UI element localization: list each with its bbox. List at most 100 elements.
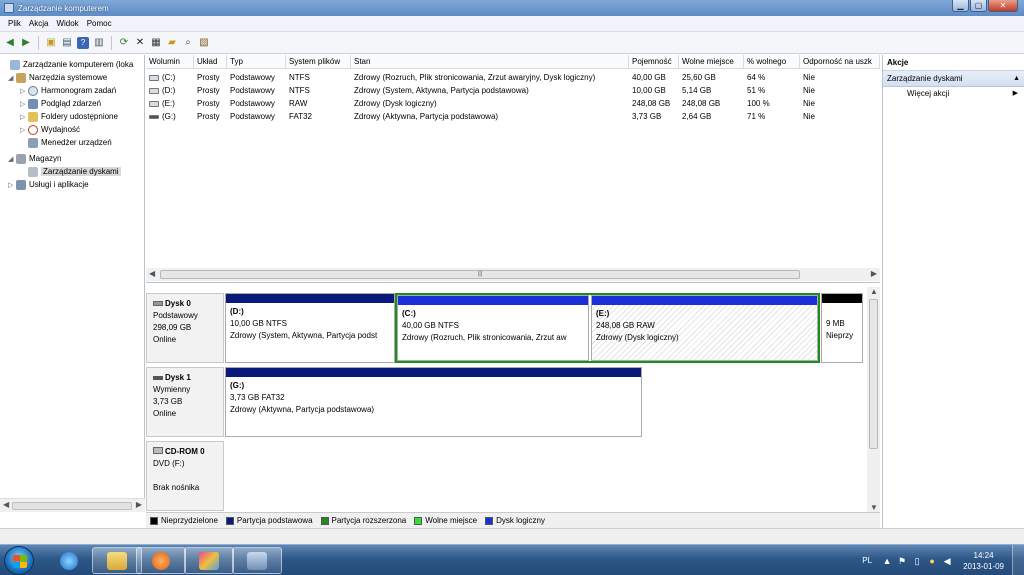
- partition-g[interactable]: (G:) 3,73 GB FAT32 Zdrowy (Aktywna, Part…: [225, 367, 642, 437]
- properties-icon[interactable]: ▦: [150, 37, 162, 49]
- legend-label: Dysk logiczny: [496, 516, 545, 525]
- window-controls: ▁ ▢ ✕: [952, 0, 1018, 12]
- taskbar-app-internet-explorer[interactable]: [44, 547, 94, 574]
- tree-item-storage[interactable]: ◢ Magazyn: [8, 152, 61, 165]
- taskbar-app-generic[interactable]: [184, 547, 234, 574]
- column-header-percent-free[interactable]: % wolnego: [744, 55, 800, 69]
- disk-row-0[interactable]: Dysk 0 Podstawowy 298,09 GB Online (D:) …: [146, 293, 866, 363]
- tree-item-shared-folders[interactable]: ▷ Foldery udostępnione: [20, 110, 118, 123]
- scrollbar-thumb[interactable]: |||: [160, 270, 800, 279]
- column-header-type[interactable]: Typ: [227, 55, 286, 69]
- collapse-arrow-icon[interactable]: ◢: [8, 74, 16, 82]
- legend-item: Dysk logiczny: [485, 516, 545, 525]
- column-header-fault-tolerance[interactable]: Odporność na uszk: [800, 55, 880, 69]
- disk-row-cdrom[interactable]: CD-ROM 0 DVD (F:) Brak nośnika: [146, 441, 866, 511]
- minimize-button[interactable]: ▁: [952, 0, 969, 12]
- menu-action[interactable]: Akcja: [25, 19, 53, 28]
- taskbar-app-media-player[interactable]: [136, 547, 186, 574]
- column-header-volume[interactable]: Wolumin: [146, 55, 194, 69]
- tree-item-device-manager[interactable]: Menedżer urządzeń: [20, 136, 112, 149]
- scroll-right-icon[interactable]: ▶: [871, 269, 877, 278]
- scroll-down-icon[interactable]: ▼: [870, 503, 878, 512]
- partition-c[interactable]: (C:) 40,00 GB NTFS Zdrowy (Rozruch, Plik…: [397, 295, 589, 361]
- open-folder-icon[interactable]: ▰: [166, 37, 178, 49]
- show-hide-tree-icon[interactable]: ▤: [61, 37, 73, 49]
- partition-e[interactable]: (E:) 248,08 GB RAW Zdrowy (Dysk logiczny…: [591, 295, 818, 361]
- scroll-right-icon[interactable]: ▶: [136, 500, 142, 509]
- scroll-left-icon[interactable]: ◀: [3, 500, 9, 509]
- table-row[interactable]: (G:) Prosty Podstawowy FAT32 Zdrowy (Akt…: [146, 110, 880, 123]
- clock[interactable]: 14:24 2013-01-09: [963, 550, 1004, 572]
- expand-arrow-icon[interactable]: ▷: [8, 181, 16, 189]
- taskbar-app-computer-management[interactable]: [232, 547, 282, 574]
- column-header-free-space[interactable]: Wolne miejsce: [679, 55, 744, 69]
- expand-arrow-icon[interactable]: ▷: [20, 126, 28, 134]
- more-actions-item[interactable]: Więcej akcji ▶: [883, 87, 1024, 101]
- column-header-file-system[interactable]: System plików: [286, 55, 351, 69]
- scrollbar-thumb[interactable]: [869, 299, 878, 449]
- tree-item-system-tools[interactable]: ◢ Narzędzia systemowe: [8, 71, 107, 84]
- column-header-status[interactable]: Stan: [351, 55, 629, 69]
- taskbar-app-explorer[interactable]: [92, 547, 142, 574]
- start-button[interactable]: [4, 546, 34, 575]
- menu-help[interactable]: Pomoc: [83, 19, 116, 28]
- expand-arrow-icon[interactable]: ▷: [20, 100, 28, 108]
- back-icon[interactable]: ◀: [4, 37, 16, 49]
- tree-horizontal-scrollbar[interactable]: ◀ ▶: [0, 498, 145, 512]
- file-system-cell: NTFS: [289, 73, 310, 82]
- language-indicator[interactable]: PL: [862, 556, 872, 565]
- scrollbar-thumb[interactable]: [12, 502, 132, 510]
- tree-item-task-scheduler[interactable]: ▷ Harmonogram zadań: [20, 84, 116, 97]
- action-center-flag-icon[interactable]: ⚑: [897, 556, 907, 566]
- network-icon[interactable]: ▯: [912, 556, 922, 566]
- disk-row-1[interactable]: Dysk 1 Wymienny 3,73 GB Online (G:) 3,73…: [146, 367, 866, 437]
- unallocated-space[interactable]: 9 MB Nieprzy: [821, 293, 863, 363]
- table-row[interactable]: (E:) Prosty Podstawowy RAW Zdrowy (Dysk …: [146, 97, 880, 110]
- disk-label[interactable]: Dysk 1 Wymienny 3,73 GB Online: [146, 367, 224, 437]
- column-header-capacity[interactable]: Pojemność: [629, 55, 679, 69]
- tree-item-computer-management[interactable]: Zarządzanie komputerem (loka: [2, 58, 133, 71]
- tree-item-event-viewer[interactable]: ▷ Podgląd zdarzeń: [20, 97, 101, 110]
- scroll-left-icon[interactable]: ◀: [149, 269, 155, 278]
- disk-label[interactable]: CD-ROM 0 DVD (F:) Brak nośnika: [146, 441, 224, 511]
- up-folder-icon[interactable]: ▣: [45, 37, 57, 49]
- collapse-icon[interactable]: ▲: [1013, 71, 1020, 87]
- computer-management-icon: [247, 551, 267, 570]
- menu-file[interactable]: Plik: [4, 19, 25, 28]
- help-icon[interactable]: ?: [77, 36, 89, 49]
- partition-status: Zdrowy (Dysk logiczny): [596, 333, 679, 342]
- show-desktop-button[interactable]: [1012, 545, 1024, 575]
- volume-icon[interactable]: ◀: [942, 556, 952, 566]
- disk-view-vertical-scrollbar[interactable]: ▲ ▼: [867, 287, 880, 512]
- menu-view[interactable]: Widok: [52, 19, 82, 28]
- delete-icon[interactable]: ✕: [134, 37, 146, 49]
- actions-section-disk-management[interactable]: Zarządzanie dyskami ▲: [883, 71, 1024, 87]
- forward-icon[interactable]: ▶: [20, 37, 32, 49]
- legend-swatch: [320, 516, 329, 525]
- services-icon: [16, 179, 26, 190]
- tree-item-services-applications[interactable]: ▷ Usługi i aplikacje: [8, 178, 89, 191]
- search-icon[interactable]: ⌕: [182, 37, 194, 49]
- logical-drive-bar: [398, 296, 588, 305]
- column-header-layout[interactable]: Układ: [194, 55, 227, 69]
- table-row[interactable]: (D:) Prosty Podstawowy NTFS Zdrowy (Syst…: [146, 84, 880, 97]
- disk-label[interactable]: Dysk 0 Podstawowy 298,09 GB Online: [146, 293, 224, 363]
- expand-arrow-icon[interactable]: ▷: [20, 87, 28, 95]
- volume-list-horizontal-scrollbar[interactable]: ◀ ||| ▶: [146, 268, 880, 281]
- collapse-arrow-icon[interactable]: ◢: [8, 155, 16, 163]
- power-icon[interactable]: ●: [927, 556, 937, 566]
- show-hidden-icons-icon[interactable]: ▲: [882, 556, 892, 566]
- table-row[interactable]: (C:) Prosty Podstawowy NTFS Zdrowy (Rozr…: [146, 71, 880, 84]
- internet-explorer-icon: [60, 551, 78, 570]
- refresh-icon[interactable]: ⟳: [118, 37, 130, 49]
- maximize-button[interactable]: ▢: [970, 0, 987, 12]
- scroll-up-icon[interactable]: ▲: [870, 287, 878, 296]
- toolbar: ◀ ▶ ▣ ▤ ? ▥ ⟳ ✕ ▦ ▰ ⌕ ▧: [0, 32, 1024, 54]
- tree-item-disk-management[interactable]: Zarządzanie dyskami: [20, 165, 121, 178]
- expand-arrow-icon[interactable]: ▷: [20, 113, 28, 121]
- action-pane-icon[interactable]: ▥: [93, 37, 105, 49]
- tree-item-performance[interactable]: ▷ Wydajność: [20, 123, 80, 136]
- partition-d[interactable]: (D:) 10,00 GB NTFS Zdrowy (System, Aktyw…: [225, 293, 395, 363]
- disk-properties-icon[interactable]: ▧: [198, 37, 210, 49]
- close-button[interactable]: ✕: [988, 0, 1018, 12]
